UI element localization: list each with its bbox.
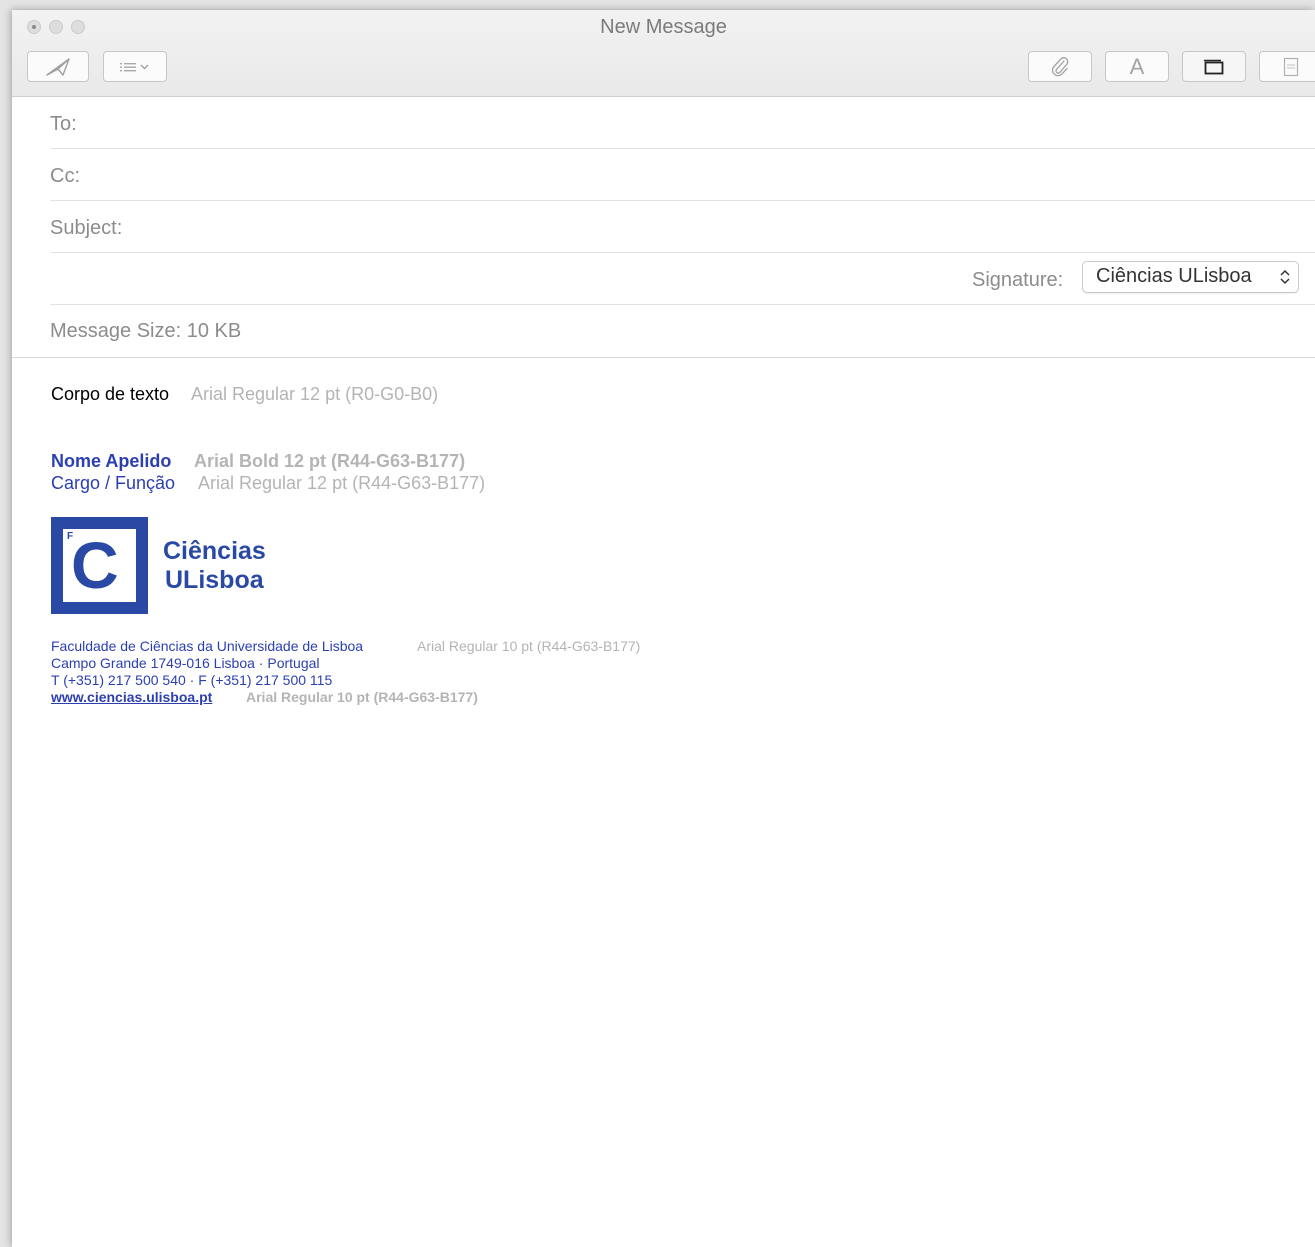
- up-down-chevron-icon: [1279, 268, 1291, 292]
- signature-name: Nome Apelido: [51, 451, 172, 471]
- signature-role: Cargo / Função: [51, 473, 176, 493]
- ciencias-logo: F C: [51, 517, 148, 614]
- font-a-icon: A: [1129, 53, 1145, 79]
- paperclip-icon: [1050, 56, 1070, 78]
- signature-label: Signature:: [972, 269, 1064, 291]
- show-fonts-button[interactable]: A: [1105, 51, 1169, 82]
- stationery-icon: [1283, 57, 1299, 77]
- website-note: Arial Regular 10 pt (R44-G63-B177): [246, 689, 478, 705]
- paper-plane-icon: [45, 57, 71, 77]
- to-field-row[interactable]: To:: [50, 97, 1315, 149]
- signature-role-note: Arial Regular 12 pt (R44-G63-B177): [198, 473, 486, 493]
- subject-label: Subject:: [50, 217, 123, 239]
- send-button[interactable]: [27, 51, 89, 82]
- new-message-window: New Message A To: Cc: Subject: Signature…: [12, 10, 1315, 1247]
- photo-browser-button[interactable]: [1182, 51, 1246, 82]
- window-icon: [1202, 58, 1226, 76]
- website-link[interactable]: www.ciencias.ulisboa.pt: [51, 689, 212, 706]
- header-divider: [12, 357, 1315, 358]
- list-dropdown-icon: [118, 60, 152, 74]
- signature-select-value: Ciências ULisboa: [1096, 265, 1252, 287]
- signature-row: Signature: Ciências ULisboa: [50, 253, 1315, 305]
- attach-button[interactable]: [1028, 51, 1092, 82]
- body-text-sample: Corpo de texto: [51, 384, 170, 404]
- window-title: New Message: [600, 16, 727, 38]
- logo-text-ulisboa: ULisboa: [165, 566, 264, 594]
- to-label: To:: [50, 113, 77, 135]
- signature-name-note: Arial Bold 12 pt (R44-G63-B177): [194, 451, 466, 471]
- stationery-button[interactable]: [1259, 51, 1315, 82]
- subject-field-row[interactable]: Subject:: [50, 201, 1315, 253]
- address-line-2: Campo Grande 1749-016 Lisboa · Portugal: [51, 655, 320, 671]
- cc-field-row[interactable]: Cc:: [50, 149, 1315, 201]
- body-text-note: Arial Regular 12 pt (R0-G0-B0): [191, 384, 439, 404]
- address-line-1: Faculdade de Ciências da Universidade de…: [51, 638, 364, 654]
- signature-select[interactable]: Ciências ULisboa: [1082, 261, 1299, 293]
- titlebar: New Message A: [12, 10, 1315, 97]
- message-size: Message Size: 10 KB: [50, 320, 242, 342]
- logo-text-ciencias: Ciências: [163, 537, 266, 565]
- phone-line: T (+351) 217 500 540 · F (+351) 217 500 …: [51, 672, 333, 688]
- cc-label: Cc:: [50, 165, 80, 187]
- address-note: Arial Regular 10 pt (R44-G63-B177): [417, 638, 641, 654]
- format-options-button[interactable]: [103, 51, 167, 82]
